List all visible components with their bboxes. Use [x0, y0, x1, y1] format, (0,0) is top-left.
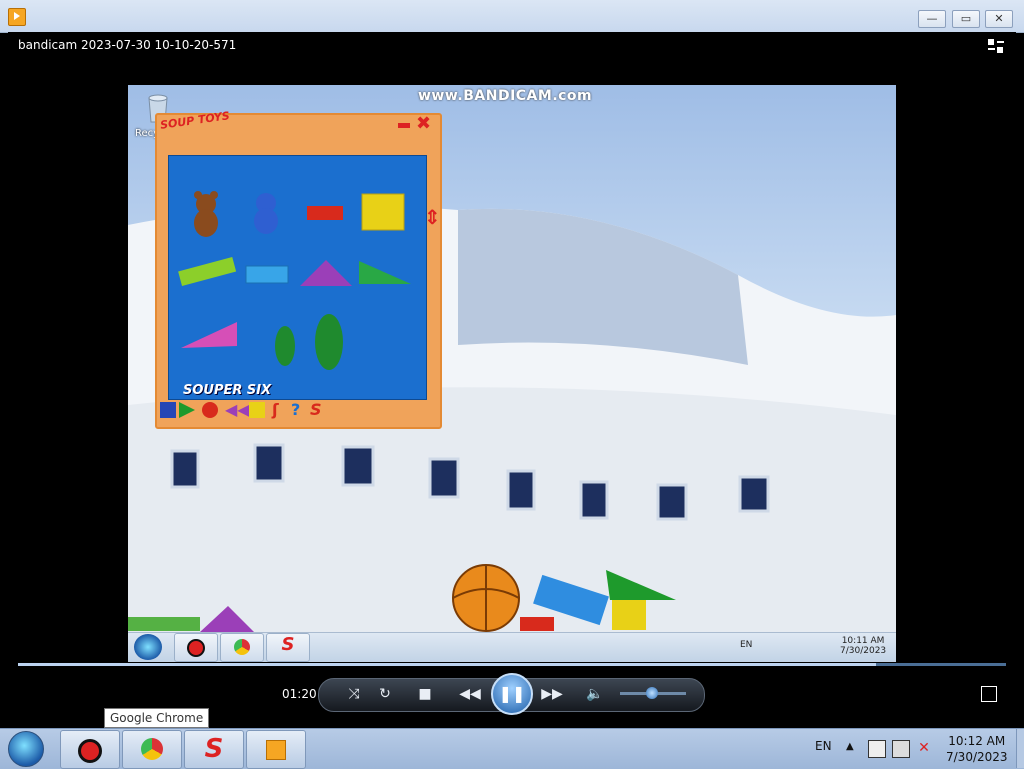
green-plank — [178, 256, 237, 286]
repeat-icon[interactable]: ↻ — [374, 685, 396, 703]
video-clock: 10:11 AM 7/30/2023 — [840, 636, 886, 656]
media-player-icon — [266, 740, 286, 760]
video-clock-date: 7/30/2023 — [840, 646, 887, 656]
taskbar-bandicam-button[interactable] — [60, 730, 120, 769]
soup-toys-icon: S — [204, 734, 224, 764]
teddy-bear-toy — [194, 191, 218, 237]
chrome-icon — [141, 738, 163, 760]
tooltip: Google Chrome — [104, 708, 210, 728]
block-tool-icon[interactable] — [249, 402, 265, 418]
show-hidden-icons-icon[interactable]: ▲ — [846, 741, 854, 752]
toys-scroll-arrows[interactable]: ⇕ — [424, 205, 441, 229]
language-indicator[interactable]: EN — [815, 739, 832, 753]
cyan-block — [245, 265, 289, 284]
toys-minimize-button[interactable] — [398, 123, 410, 128]
toys-panel[interactable] — [168, 155, 427, 400]
taskbar-chrome-button[interactable] — [122, 730, 182, 769]
clock-date: 7/30/2023 — [946, 750, 1008, 764]
robot-tool-icon[interactable] — [160, 402, 176, 418]
video-taskbar-soup: S — [266, 633, 310, 662]
show-desktop-button[interactable] — [1016, 729, 1024, 768]
stop-icon[interactable]: ■ — [414, 685, 436, 703]
switch-layout-icon[interactable] — [987, 38, 1005, 54]
help-tool-icon[interactable]: ? — [291, 402, 307, 418]
toys-grid — [178, 191, 411, 370]
purple-triangle — [300, 260, 352, 286]
record-tool-icon[interactable] — [202, 402, 218, 418]
video-clock-time: 10:11 AM — [841, 636, 885, 646]
video-taskbar-bandicam — [174, 633, 218, 662]
s-tool-icon[interactable]: ʃ — [272, 402, 288, 418]
blue-bear-toy — [254, 193, 278, 234]
video-taskbar-chrome — [220, 633, 264, 662]
media-player-app-icon — [8, 8, 26, 26]
close-button[interactable]: ✕ — [985, 10, 1013, 28]
minimize-button[interactable]: — — [918, 10, 946, 28]
window-title-bar — [0, 0, 1024, 33]
red-block — [307, 206, 343, 220]
bandicam-watermark: www.BANDICAM.com — [418, 88, 593, 104]
fast-forward-icon[interactable]: ▶▶ — [538, 685, 566, 703]
current-time: 01:20 — [282, 687, 317, 701]
restore-button[interactable]: ▭ — [952, 10, 980, 28]
rewind-tool-icon[interactable]: ◀◀ — [225, 402, 250, 418]
sound-muted-icon[interactable]: ✕ — [916, 740, 932, 756]
system-clock[interactable]: 10:12 AM 7/30/2023 — [946, 733, 1008, 765]
soup-s-tool-icon[interactable]: S — [310, 402, 326, 418]
yellow-block — [361, 193, 405, 231]
clock-time: 10:12 AM — [948, 734, 1006, 748]
start-button[interactable] — [8, 731, 44, 767]
pink-triangle — [181, 322, 237, 348]
seek-bar-progress — [18, 663, 876, 666]
taskbar-media-player-button[interactable] — [246, 730, 306, 769]
volume-icon[interactable]: 🔈 — [584, 685, 606, 703]
dinosaur-toys — [275, 314, 343, 370]
video-lang: EN — [740, 640, 753, 650]
network-icon[interactable] — [892, 740, 910, 758]
file-name: bandicam 2023-07-30 10-10-20-571 — [18, 38, 237, 52]
toys-close-button[interactable]: ✖ — [416, 113, 431, 134]
fullscreen-icon[interactable] — [981, 686, 997, 702]
flag-notification-icon[interactable] — [868, 740, 886, 758]
video-start-icon — [134, 634, 162, 660]
volume-knob[interactable] — [646, 687, 658, 699]
pause-button[interactable]: ❚❚ — [491, 673, 533, 715]
rewind-icon[interactable]: ◀◀ — [456, 685, 484, 703]
group-label: SOUPER SIX — [183, 383, 272, 398]
green-triangle — [359, 261, 411, 284]
play-tool-icon[interactable] — [179, 402, 195, 418]
taskbar-soup-toys-button[interactable]: S — [184, 730, 244, 769]
shuffle-icon[interactable]: ⤨ — [343, 685, 365, 703]
